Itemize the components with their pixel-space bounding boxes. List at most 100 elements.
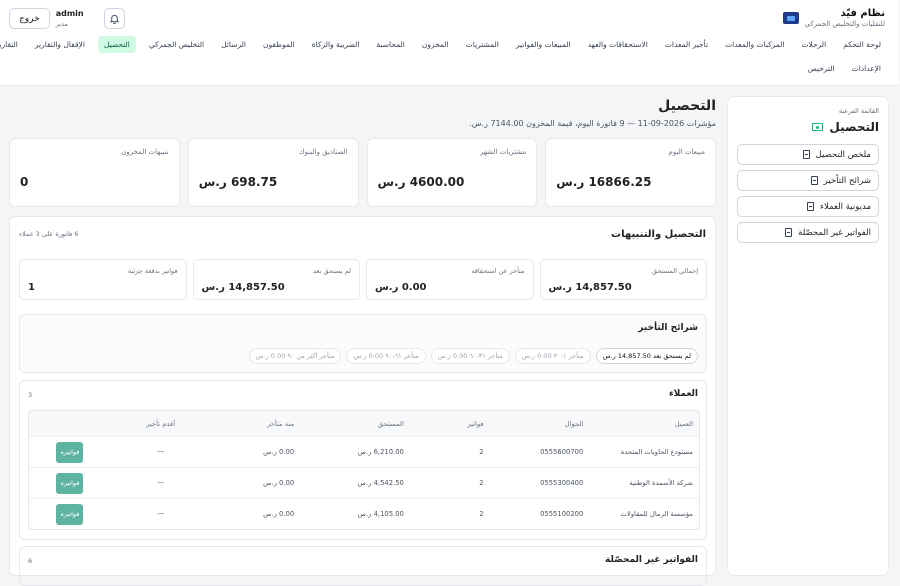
customer-invoices-button[interactable]: فواتيره <box>57 472 85 494</box>
cell-due: 6,210.00 ر.س <box>358 448 405 456</box>
cell-oldest: — <box>158 479 165 487</box>
sub-menu-item-debts[interactable]: مديونية العملاء <box>738 196 880 217</box>
nav-item-row1-6[interactable]: المشتريات <box>463 36 504 53</box>
cell-phone: 0555300400 <box>541 479 585 487</box>
cell-overdue: 0.00 ر.س <box>264 448 296 456</box>
aging-section: شرائح التأخير لم يستحق بعد 14,857.50 ر.س… <box>20 314 708 373</box>
cell-phone: 0555100200 <box>541 510 585 518</box>
stat-card-cash-banks: الصناديق والبنوك 698.75 ر.س <box>188 138 360 207</box>
brand-name: نظام فيّد <box>841 8 886 19</box>
page-subtitle: مؤشرات 2026-09-11 — 9 فاتورة اليوم، قيمة… <box>470 119 717 128</box>
nav-item-row1-13[interactable]: التحصيل <box>98 36 137 53</box>
nav-item-row1-10[interactable]: الموظفون <box>260 36 300 53</box>
customer-invoices-button[interactable]: فواتيره <box>57 441 85 463</box>
column-header: أقدم تأخير <box>147 419 177 428</box>
sub-menu-item-summary[interactable]: ملخص التحصيل <box>738 144 880 165</box>
nav-item-row1-1[interactable]: الرحلات <box>799 36 832 53</box>
cell-invoices: 2 <box>480 510 485 518</box>
summary-value: 1 <box>29 282 36 293</box>
cell-actions: فواتيره <box>30 503 112 525</box>
cell-due: 4,542.50 ر.س <box>358 479 405 487</box>
brand-text: نظام فيّد للنقليات والتخليص الجمركي <box>806 8 886 28</box>
sub-menu-item-label: شرائح التأخير <box>824 175 872 186</box>
nav-item-row2-1[interactable]: الترخيص <box>805 60 840 77</box>
nav-item-row1-11[interactable]: الرسائل <box>218 36 251 53</box>
summary-value: 14,857.50 ر.س <box>549 282 633 293</box>
user-info: admin مدير <box>57 9 85 28</box>
cell-due: 4,105.00 ر.س <box>358 510 405 518</box>
summary-card-not-due: لم يستحق بعد 14,857.50 ر.س <box>193 259 361 300</box>
nav-item-row1-3[interactable]: تأجير المعدات <box>662 36 713 53</box>
nav-item-row1-4[interactable]: الاستحقاقات والعهد <box>585 36 653 53</box>
customers-count: 3 <box>29 391 34 399</box>
user-role: مدير <box>56 20 69 28</box>
customers-table: العميل الجوال فواتير المستحق منه متأخر أ… <box>29 410 701 530</box>
stat-label: تنبيهات المخزون <box>122 148 170 156</box>
main-nav-secondary: الإعدادات الترخيص <box>805 60 886 77</box>
stat-value: 0 <box>21 175 30 189</box>
aging-chips: لم يستحق بعد 14,857.50 ر.س متأخر ١-٣٠ 0.… <box>249 348 699 364</box>
summary-cards: إجمالي المستحق 14,857.50 ر.س متأخر عن اس… <box>20 259 708 300</box>
notifications-button[interactable] <box>104 8 126 29</box>
brand-subtitle: للنقليات والتخليص الجمركي <box>805 20 886 28</box>
customers-section: العملاء 3 العميل الجوال فواتير المستحق م… <box>20 380 708 540</box>
brand-logo-icon <box>783 12 800 24</box>
nav-item-row1-12[interactable]: التخليص الجمركي <box>146 36 209 53</box>
sub-menu-title: التحصيل <box>738 120 880 134</box>
top-header: نظام فيّد للنقليات والتخليص الجمركي خروج… <box>0 0 900 86</box>
main-content: التحصيل مؤشرات 2026-09-11 — 9 فاتورة الي… <box>10 96 717 586</box>
collection-panel: التحصيل والتنبيهات 6 فاتورة على 3 عملاء … <box>10 216 717 586</box>
aging-chip[interactable]: متأخر أكثر من ٩٠ 0.00 ر.س <box>249 348 343 364</box>
nav-item-row1-8[interactable]: المحاسبة <box>373 36 409 53</box>
summary-value: 14,857.50 ر.س <box>202 282 286 293</box>
nav-item-row1-15[interactable]: التقارير <box>0 36 23 53</box>
stat-value: 698.75 ر.س <box>199 175 279 189</box>
sub-menu-item-label: الفواتير غير المحصّلة <box>799 227 872 238</box>
nav-item-row1-2[interactable]: المركبات والمعدات <box>722 36 789 53</box>
stat-card-sales-today: مبيعات اليوم 16866.25 ر.س <box>546 138 717 207</box>
summary-card-partial: فواتير بدفعة جزئية 1 <box>20 259 188 300</box>
nav-item-row1-14[interactable]: الإقفال والتقارير <box>32 36 90 53</box>
sub-menu-title-text: التحصيل <box>830 120 880 134</box>
sub-menu-item-aging[interactable]: شرائح التأخير <box>738 170 880 191</box>
cell-customer: مستودع الحاويات المتحدة <box>621 448 694 456</box>
aging-chip[interactable]: متأخر ٣١-٦٠ 0.00 ر.س <box>431 348 511 364</box>
summary-value: 0.00 ر.س <box>376 282 428 293</box>
summary-card-total-due: إجمالي المستحق 14,857.50 ر.س <box>540 259 708 300</box>
collection-title: التحصيل والتنبيهات <box>612 229 707 240</box>
document-icon <box>808 202 815 211</box>
stat-card-purchases-month: مشتريات الشهر 4600.00 ر.س <box>367 138 539 207</box>
open-invoices-title: الفواتير غير المحصّلة <box>606 555 699 565</box>
column-header: منه متأخر <box>267 419 296 428</box>
sub-menu-item-open-invoices[interactable]: الفواتير غير المحصّلة <box>738 222 880 243</box>
open-invoices-count: 6 <box>29 557 34 565</box>
table-row: مستودع الحاويات المتحدة 0555600700 2 6,2… <box>30 436 700 467</box>
document-icon <box>786 228 794 237</box>
aging-chip[interactable]: لم يستحق بعد 14,857.50 ر.س <box>596 348 699 364</box>
nav-item-row1-7[interactable]: المخزون <box>419 36 454 53</box>
sub-menu-item-label: مديونية العملاء <box>821 201 872 212</box>
logout-button[interactable]: خروج <box>10 8 51 29</box>
nav-item-row1-5[interactable]: المبيعات والفواتير <box>513 36 576 53</box>
aging-chip[interactable]: متأخر ٦١-٩٠ 0.00 ر.س <box>347 348 427 364</box>
user-name: admin <box>56 9 85 18</box>
table-header-row: العميل الجوال فواتير المستحق منه متأخر أ… <box>30 411 700 436</box>
collection-note: 6 فاتورة على 3 عملاء <box>20 230 80 238</box>
sub-menu-item-label: ملخص التحصيل <box>816 149 872 160</box>
nav-item-row1-0[interactable]: لوحة التحكم <box>840 36 886 53</box>
cell-actions: فواتيره <box>30 472 112 494</box>
stat-value: 4600.00 ر.س <box>378 175 466 189</box>
brand[interactable]: نظام فيّد للنقليات والتخليص الجمركي <box>783 8 886 28</box>
stat-label: مشتريات الشهر <box>480 148 528 156</box>
bell-icon <box>110 14 120 24</box>
aging-title: شرائح التأخير <box>639 323 699 333</box>
money-icon <box>813 123 825 131</box>
nav-item-row2-0[interactable]: الإعدادات <box>849 60 886 77</box>
nav-item-row1-9[interactable]: الضريبة والزكاة <box>309 36 365 53</box>
stat-card-stock-alerts: تنبيهات المخزون 0 <box>10 138 181 207</box>
aging-chip[interactable]: متأخر ١-٣٠ 0.00 ر.س <box>515 348 592 364</box>
cell-overdue: 0.00 ر.س <box>264 510 296 518</box>
customer-invoices-button[interactable]: فواتيره <box>57 503 85 525</box>
document-icon <box>803 150 811 159</box>
cell-customer: مؤسسة الرمال للمقاولات <box>621 510 694 518</box>
